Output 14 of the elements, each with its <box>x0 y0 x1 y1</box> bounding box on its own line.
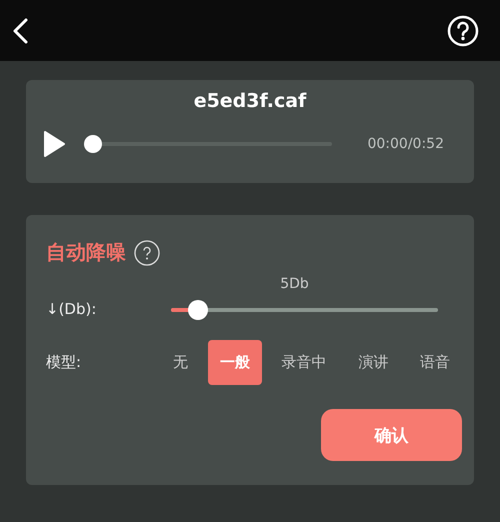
playback-time: 00:00/0:52 <box>367 136 444 152</box>
back-icon[interactable] <box>11 18 29 44</box>
slider-value: 5Db <box>280 276 309 292</box>
section-title: 自动降噪 <box>46 239 126 266</box>
model-option[interactable]: 演讲 <box>346 340 400 385</box>
model-label: 模型: <box>46 353 82 372</box>
file-name: e5ed3f.caf <box>192 90 308 112</box>
play-icon[interactable] <box>42 130 66 158</box>
help-icon[interactable] <box>134 240 160 266</box>
model-option[interactable]: 一般 <box>208 340 262 385</box>
slider-label: ↓(Db): <box>46 300 98 318</box>
model-option[interactable]: 语音 <box>408 340 462 385</box>
model-option[interactable]: 无 <box>161 340 200 385</box>
model-option[interactable]: 录音中 <box>270 340 338 385</box>
